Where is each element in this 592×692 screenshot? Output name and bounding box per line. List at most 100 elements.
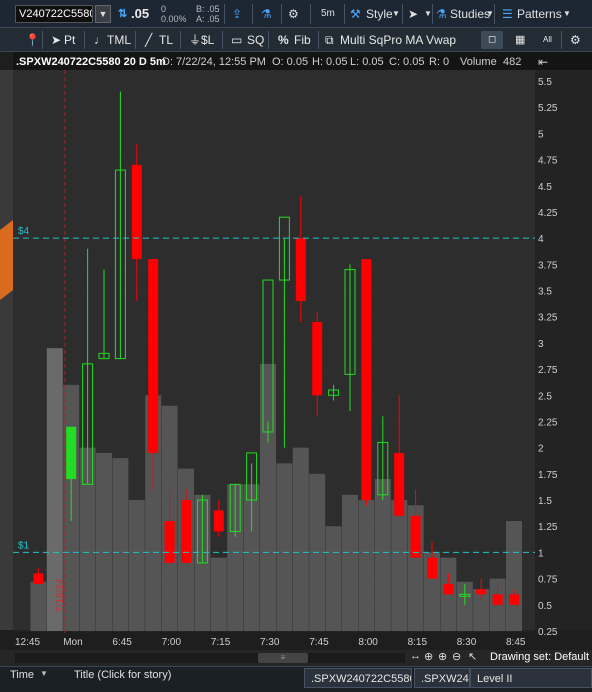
square-icon[interactable]: ▭ — [231, 28, 242, 52]
price-tick-label: 3 — [538, 339, 544, 350]
fib-tool-button[interactable]: Fib — [294, 28, 311, 52]
volume-bar — [391, 500, 408, 631]
ask-label: A: — [196, 14, 205, 24]
chart-settings-icon[interactable]: ⚙ — [570, 28, 581, 52]
volume-bar — [358, 500, 375, 631]
volume-bar — [260, 363, 276, 631]
multi-icon[interactable]: ⧉ — [325, 28, 334, 52]
header-date: D: 7/22/24, 12:55 PM — [162, 56, 266, 68]
chevron-down-icon[interactable]: ▼ — [486, 0, 494, 28]
tml-tool-button[interactable]: TML — [107, 28, 131, 52]
drawing-set-label[interactable]: Drawing set: Default — [490, 651, 589, 663]
percent-icon[interactable]: % — [278, 28, 289, 52]
gear-icon[interactable]: ⚙ — [288, 0, 299, 28]
change-abs: 0 — [161, 4, 167, 14]
candle-body — [476, 589, 487, 595]
volume-bar — [506, 521, 522, 631]
axis-settings-icon: ⇤ — [538, 55, 548, 69]
chevron-down-icon[interactable]: ▼ — [40, 669, 48, 678]
patterns-icon[interactable]: ☰ — [502, 0, 513, 28]
volume-bar — [325, 526, 342, 631]
zoom-in-icon[interactable]: ⊕ — [438, 650, 447, 663]
zoom-out-icon[interactable]: ⊖ — [452, 650, 461, 663]
session-date-label: 7/19/24 — [55, 578, 66, 612]
price-tick-label: 1.5 — [538, 496, 552, 507]
pointer-icon[interactable]: ↖ — [468, 650, 477, 663]
candle-body — [33, 573, 44, 584]
time-tick-label: 6:45 — [112, 637, 132, 648]
price-tick-label: 4.25 — [538, 208, 558, 219]
price-tick-label: 3.25 — [538, 313, 558, 324]
candle-body — [164, 521, 175, 563]
chevron-down-icon[interactable]: ▼ — [424, 0, 432, 28]
volume-bar — [30, 581, 47, 631]
volume-bar — [276, 463, 293, 631]
volume-bar — [96, 452, 112, 631]
tab-chart-symbol-2[interactable]: .SPXW2407 — [414, 668, 470, 688]
header-low: L: 0.05 — [350, 56, 384, 68]
price-tick-label: 2.25 — [538, 417, 558, 428]
price-tick-label: 1.25 — [538, 522, 558, 533]
tab-level-ii[interactable]: Level II — [470, 668, 592, 688]
header-high: H: 0.05 — [312, 56, 347, 68]
multi-tool-button[interactable]: Multi SqPro MA Vwap — [340, 28, 456, 52]
price-tick-label: 5 — [538, 129, 544, 140]
price-level-icon[interactable]: ⏚ — [189, 28, 201, 52]
grid-layout-icon[interactable]: ▦ — [515, 28, 525, 52]
crosshair-icon[interactable]: ⊕ — [424, 650, 433, 663]
volume-bar — [440, 557, 457, 631]
style-button[interactable]: Style — [366, 0, 393, 28]
chevron-down-icon[interactable]: ▼ — [563, 0, 571, 28]
time-column-label[interactable]: Time — [10, 669, 34, 681]
flask-icon[interactable]: ⚗ — [261, 0, 272, 28]
pin-icon[interactable]: 📍 — [25, 28, 40, 52]
volume-bar — [374, 479, 391, 631]
price-chart[interactable]: 5.5 5.25 5 4.75 4.5 4.25 4 3.75 3.5 3.25 3 2.75 2.5 2… — [0, 52, 592, 650]
studies-button[interactable]: Studies — [450, 0, 490, 28]
tab-chart-symbol[interactable]: .SPXW240722C5580 — [304, 668, 412, 688]
link-icon[interactable]: ⇅ — [118, 0, 127, 28]
symbol-input[interactable]: V240722C5580 — [15, 5, 93, 23]
chart-symbol-info: .SPXW240722C5580 20 D 5m — [16, 56, 166, 68]
pan-icon[interactable]: ↔ — [410, 650, 421, 662]
candle-body — [131, 164, 142, 260]
pointer-icon[interactable]: ➤ — [51, 28, 61, 52]
price-tick-label: 4.5 — [538, 182, 552, 193]
time-tick-label: 8:30 — [457, 637, 477, 648]
trendline-icon[interactable]: ╱ — [145, 28, 152, 52]
time-tick-label: 12:45 — [15, 637, 40, 648]
timeframe-button[interactable]: 5m — [321, 0, 335, 28]
share-icon[interactable]: ⇪ — [232, 0, 242, 28]
trendline-tool-button[interactable]: TL — [159, 28, 173, 52]
studies-icon[interactable]: ⚗ — [436, 0, 447, 28]
header-volume-value: 482 — [503, 56, 521, 68]
header-volume-label: Volume — [460, 56, 497, 68]
news-title-label[interactable]: Title (Click for story) — [74, 669, 171, 681]
header-open: O: 0.05 — [272, 56, 308, 68]
chevron-down-icon[interactable]: ▼ — [392, 0, 400, 28]
patterns-button[interactable]: Patterns — [517, 0, 562, 28]
cursor-icon[interactable]: ➤ — [408, 0, 418, 28]
price-tick-label: 0.25 — [538, 627, 558, 638]
price-level-tool-button[interactable]: $L — [201, 28, 214, 52]
style-icon[interactable]: ⚒ — [350, 0, 361, 28]
time-tick-label: 7:45 — [309, 637, 329, 648]
candle-body — [361, 259, 372, 501]
price-tick-label: 3.5 — [538, 287, 552, 298]
candle-body — [443, 583, 454, 595]
symbol-dropdown-icon[interactable]: ▼ — [95, 5, 111, 23]
all-icon[interactable]: All — [543, 28, 552, 52]
time-tick-label: 8:15 — [408, 637, 428, 648]
change-pct: 0.00% — [161, 14, 187, 24]
square-tool-button[interactable]: SQ — [247, 28, 264, 52]
price-tick-label: 5.25 — [538, 103, 558, 114]
bid-label: B: — [196, 4, 205, 14]
chart-scrollbar[interactable]: ≡ ↔ ⊕ ⊕ ⊖ ↖ Drawing set: Default — [0, 650, 592, 666]
price-tick-label: 2.75 — [538, 365, 558, 376]
tml-icon[interactable]: ♩ — [94, 28, 106, 52]
header-close: C: 0.05 — [389, 56, 424, 68]
scroll-thumb[interactable]: ≡ — [258, 653, 308, 663]
price-level-label: $1 — [18, 540, 30, 551]
pointer-tool-button[interactable]: Pt — [64, 28, 75, 52]
volume-bar — [342, 494, 358, 631]
